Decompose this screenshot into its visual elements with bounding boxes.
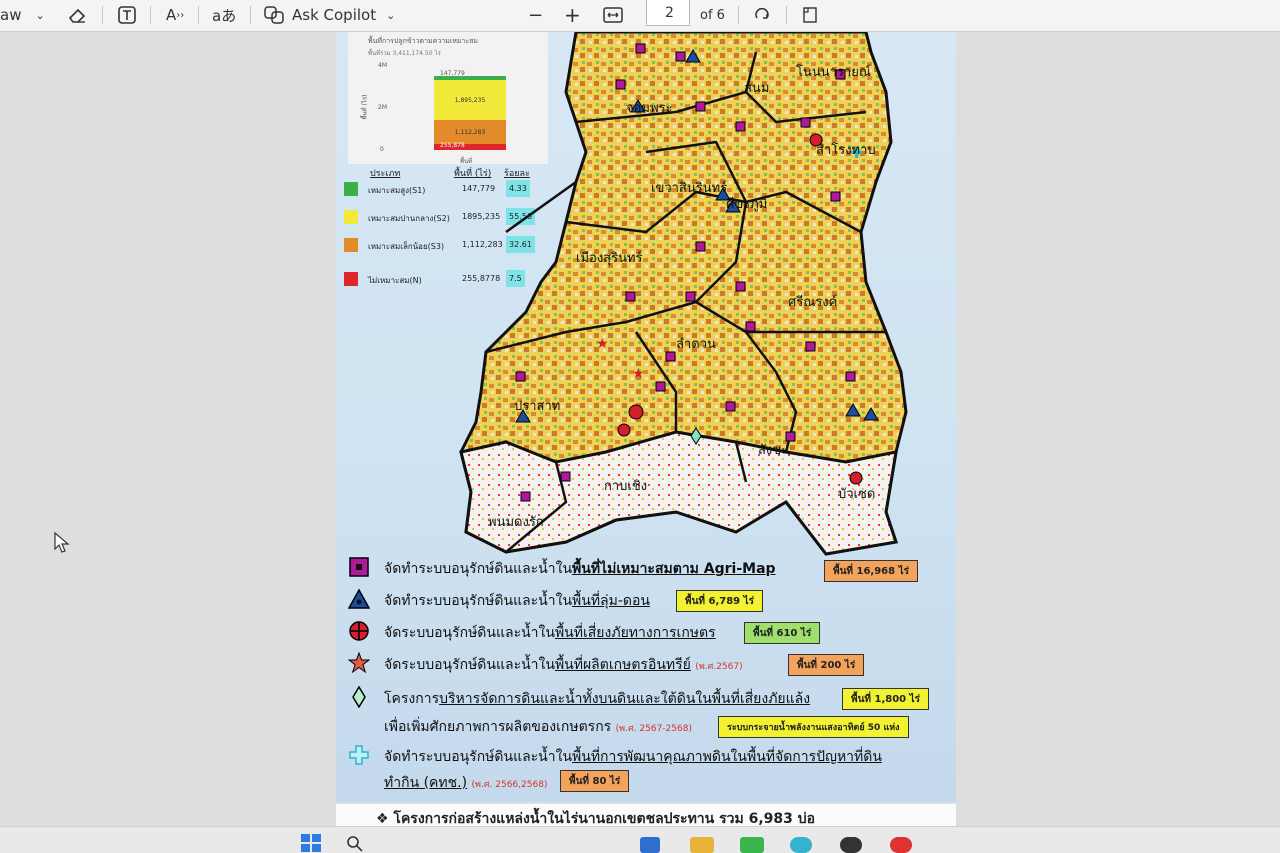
area-badge: พื้นที่ 200 ไร่ [788,654,865,676]
swatch-s1 [344,182,358,196]
search-icon[interactable] [346,835,364,853]
magenta-square-icon [349,557,369,577]
ask-copilot-button[interactable]: Ask Copilot ⌄ [262,0,395,30]
read-aloud-icon[interactable]: A ›› [166,0,184,30]
map-label: สำโรงทาบ [816,142,876,158]
green-diamond-icon [352,686,366,708]
rotate-icon[interactable] [752,0,772,30]
map-label: ปราสาท [514,399,560,414]
edge-browser-icon[interactable] [790,837,812,853]
red-star-icon [348,652,370,674]
legend-item: โครงการบริหารจัดการดินและน้ำทั้งบนดินและ… [348,686,948,710]
page-number-input[interactable]: 2 [646,0,690,26]
swatch-n [344,272,358,286]
map-label: ศีขรภูมิ [726,196,767,212]
zoom-in-button[interactable]: + [564,0,581,30]
y-tick: 4M [378,62,387,69]
text-box-icon[interactable] [116,0,138,30]
translate-icon[interactable]: aあ [212,0,236,30]
crosshair-circle-icon [349,621,369,641]
map-label: เมืองสุรินทร์ [576,250,643,266]
windows-start-icon[interactable] [300,833,322,853]
map-label: จอมพระ [626,101,673,116]
area-badge: พื้นที่ 6,789 ไร่ [676,590,764,612]
swatch-s3 [344,238,358,252]
area-badge: พื้นที่ 1,800 ไร่ [842,688,930,710]
legend-item: จัดทำระบบอนุรักษ์ดินและน้ำในพื้นที่ลุ่ม-… [348,588,948,612]
province-map: ★ ★ ✚ โนนนารายณ์ สนม สำโรงทาบ ศีขรภูมิ เ… [459,32,908,556]
map-label: โนนนารายณ์ [796,64,871,80]
pdf-toolbar: aw ⌄ A ›› aあ Ask Copilot ⌄ − + 2 of 6 [0,0,1280,32]
chevron-down-icon[interactable]: ⌄ [35,9,44,22]
legend-item-continuation: เพื่อเพิ่มศักยภาพการผลิตของเกษตรกร (พ.ศ.… [348,714,948,738]
svg-text:★: ★ [596,336,609,352]
legend-item-continuation: ทำกิน (คทช.) (พ.ศ. 2566,2568) พื้นที่ 80… [348,770,948,794]
row-name: เหมาะสมเล็กน้อย(S3) [368,242,445,251]
chevron-down-icon: ⌄ [386,8,396,22]
zoom-out-button[interactable]: − [528,0,543,30]
blue-triangle-icon [348,588,370,609]
page-count: of 6 [700,7,725,23]
row-name: ไม่เหมาะสม(N) [368,276,422,285]
legend-item: จัดระบบอนุรักษ์ดินและน้ำในพื้นที่เสี่ยงภ… [348,620,948,644]
map-label: สนม [744,81,769,96]
y-tick: 2M [378,104,387,111]
draw-button[interactable]: aw ⌄ [0,0,45,30]
cyan-cross-icon [349,745,369,765]
taskbar-app-icon[interactable] [840,837,862,853]
row-name: เหมาะสมสูง(S1) [368,186,426,195]
legend-item: จัดทำระบบอนุรักษ์ดินและน้ำในพื้นที่ไม่เห… [348,556,948,582]
pdf-page: พื้นที่การปลูกข้าวตามความเหมาะสม พื้นที่… [336,32,956,802]
taskbar [0,826,1280,853]
y-tick: 0 [380,146,384,153]
map-label: สังขะ [758,443,788,458]
map-label: ลำดวน [676,337,716,352]
taskbar-app-icon[interactable] [890,837,912,853]
legend-item: จัดระบบอนุรักษ์ดินและน้ำในพื้นที่ผลิตเกษ… [348,652,948,676]
area-badge: พื้นที่ 610 ไร่ [744,622,821,644]
area-badge: พื้นที่ 16,968 ไร่ [824,560,918,582]
eraser-icon[interactable] [66,0,88,30]
area-badge: พื้นที่ 80 ไร่ [560,770,630,792]
swatch-s2 [344,210,358,224]
y-axis-label: พื้นที่ (ไร่) [361,94,369,120]
mouse-cursor-icon [54,532,70,553]
page-view-icon[interactable] [800,0,820,30]
file-explorer-icon[interactable] [690,837,714,853]
legend-item: จัดทำระบบอนุรักษ์ดินและน้ำในพื้นที่การพั… [348,744,948,768]
map-label: พนมดงรัก [488,515,544,530]
copilot-icon [264,6,284,24]
fit-width-icon[interactable] [602,0,624,30]
map-label: เขวาสินรินทร์ [651,180,727,196]
draw-label: aw [0,6,22,24]
svg-text:★: ★ [632,366,645,382]
map-label: กาบเชิง [604,479,647,494]
document-viewer[interactable]: พื้นที่การปลูกข้าวตามความเหมาะสม พื้นที่… [0,32,1280,827]
taskbar-app-icon[interactable] [740,837,764,853]
chart-subtitle: พื้นที่รวม 3,411,174.50 ไร่ [368,50,441,57]
taskbar-app-icon[interactable] [640,837,660,853]
map-label: ศรีณรงค์ [788,294,837,310]
row-name: เหมาะสมปานกลาง(S2) [368,214,450,223]
next-page-preview: ❖ โครงการก่อสร้างแหล่งน้ำในไร่นานอกเขตชล… [336,804,956,827]
ask-copilot-label: Ask Copilot [292,6,377,24]
table-header-type: ประเภท [370,169,401,179]
solar-badge: ระบบกระจายน้ำพลังงานแสงอาทิตย์ 50 แห่ง [718,716,909,738]
map-label: บัวเชด [838,487,875,502]
